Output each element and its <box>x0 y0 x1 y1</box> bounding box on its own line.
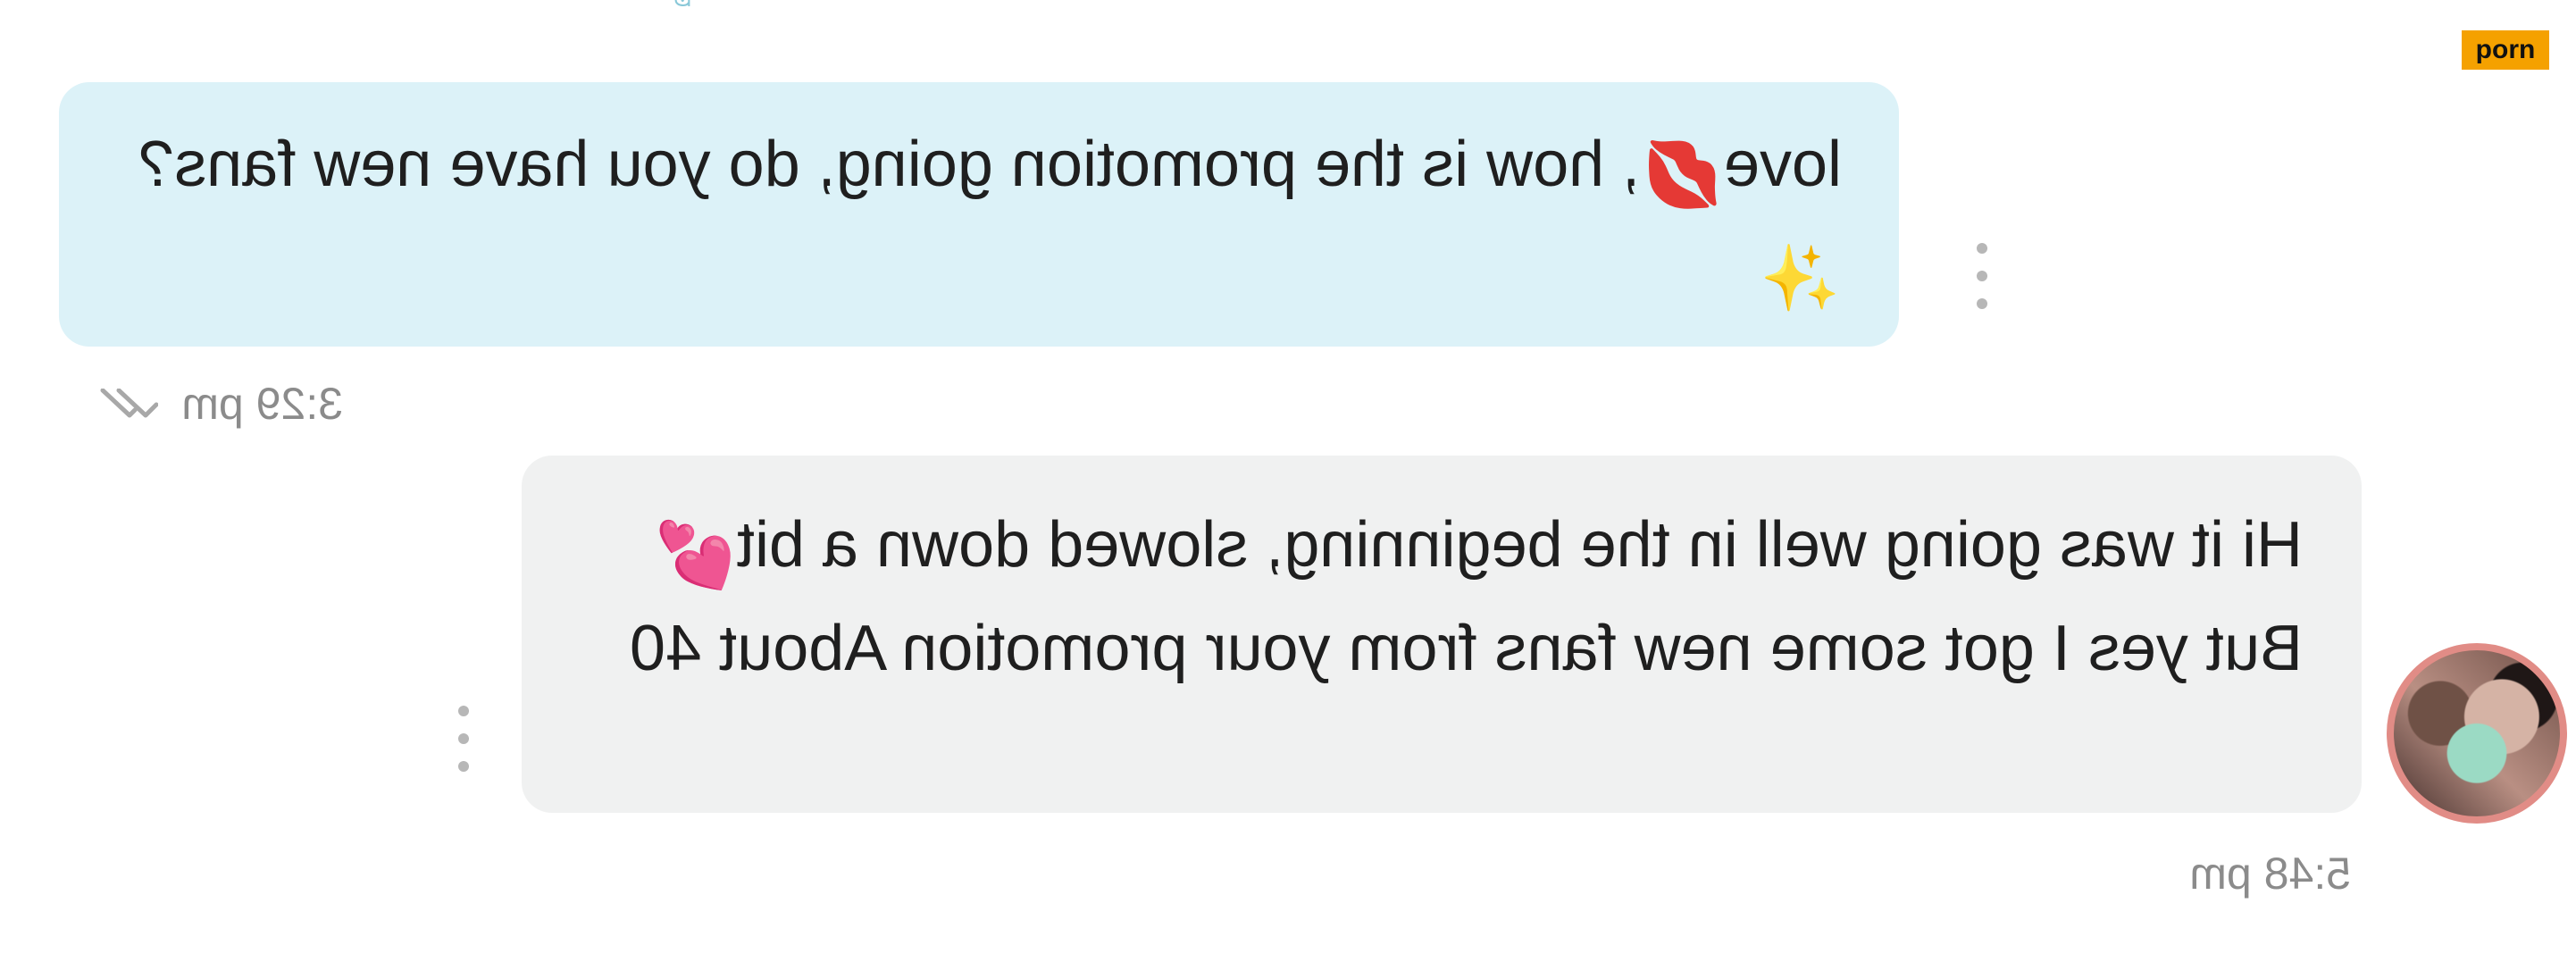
sparkles-emoji: ✨ <box>1760 243 1840 314</box>
kiss-emoji: 💋 <box>1642 139 1722 211</box>
incoming-message-text: love💋, how is the promotion going, do yo… <box>130 118 1842 325</box>
top-partial-indicator: ꕷ <box>665 0 700 13</box>
message-text-start: love <box>1723 129 1842 200</box>
content-label-badge: porn <box>2462 30 2549 70</box>
outgoing-message-text: Hi it was going well in the beginning, s… <box>579 498 2303 695</box>
incoming-message-meta: 3:29 pm <box>39 375 343 432</box>
message-text-end: But yes I got some new fans from your pr… <box>630 613 2303 684</box>
more-dot <box>458 761 469 772</box>
more-options-icon[interactable] <box>454 706 473 772</box>
outgoing-message-meta: 5:48 pm <box>2145 845 2351 899</box>
more-dot <box>1977 243 1987 254</box>
more-options-icon[interactable] <box>1972 243 1992 309</box>
two-hearts-emoji: 💕 <box>655 520 735 591</box>
timestamp: 5:48 pm <box>2189 848 2351 899</box>
message-text-end: , how is the promotion going, do you hav… <box>138 129 1641 200</box>
double-check-icon <box>100 388 159 418</box>
timestamp: 3:29 pm <box>181 378 343 429</box>
profile-avatar[interactable] <box>2387 643 2567 824</box>
more-dot <box>1977 271 1987 281</box>
mirrored-chat-screenshot: ꕷ love💋, how is the promotion going, do … <box>0 0 2576 962</box>
more-dot <box>458 733 469 744</box>
more-dot <box>1977 298 1987 309</box>
outgoing-message-bubble[interactable]: Hi it was going well in the beginning, s… <box>522 456 2362 813</box>
more-dot <box>458 706 469 716</box>
incoming-message-bubble[interactable]: love💋, how is the promotion going, do yo… <box>59 82 1899 347</box>
message-text-start: Hi it was going well in the beginning, s… <box>736 509 2303 581</box>
